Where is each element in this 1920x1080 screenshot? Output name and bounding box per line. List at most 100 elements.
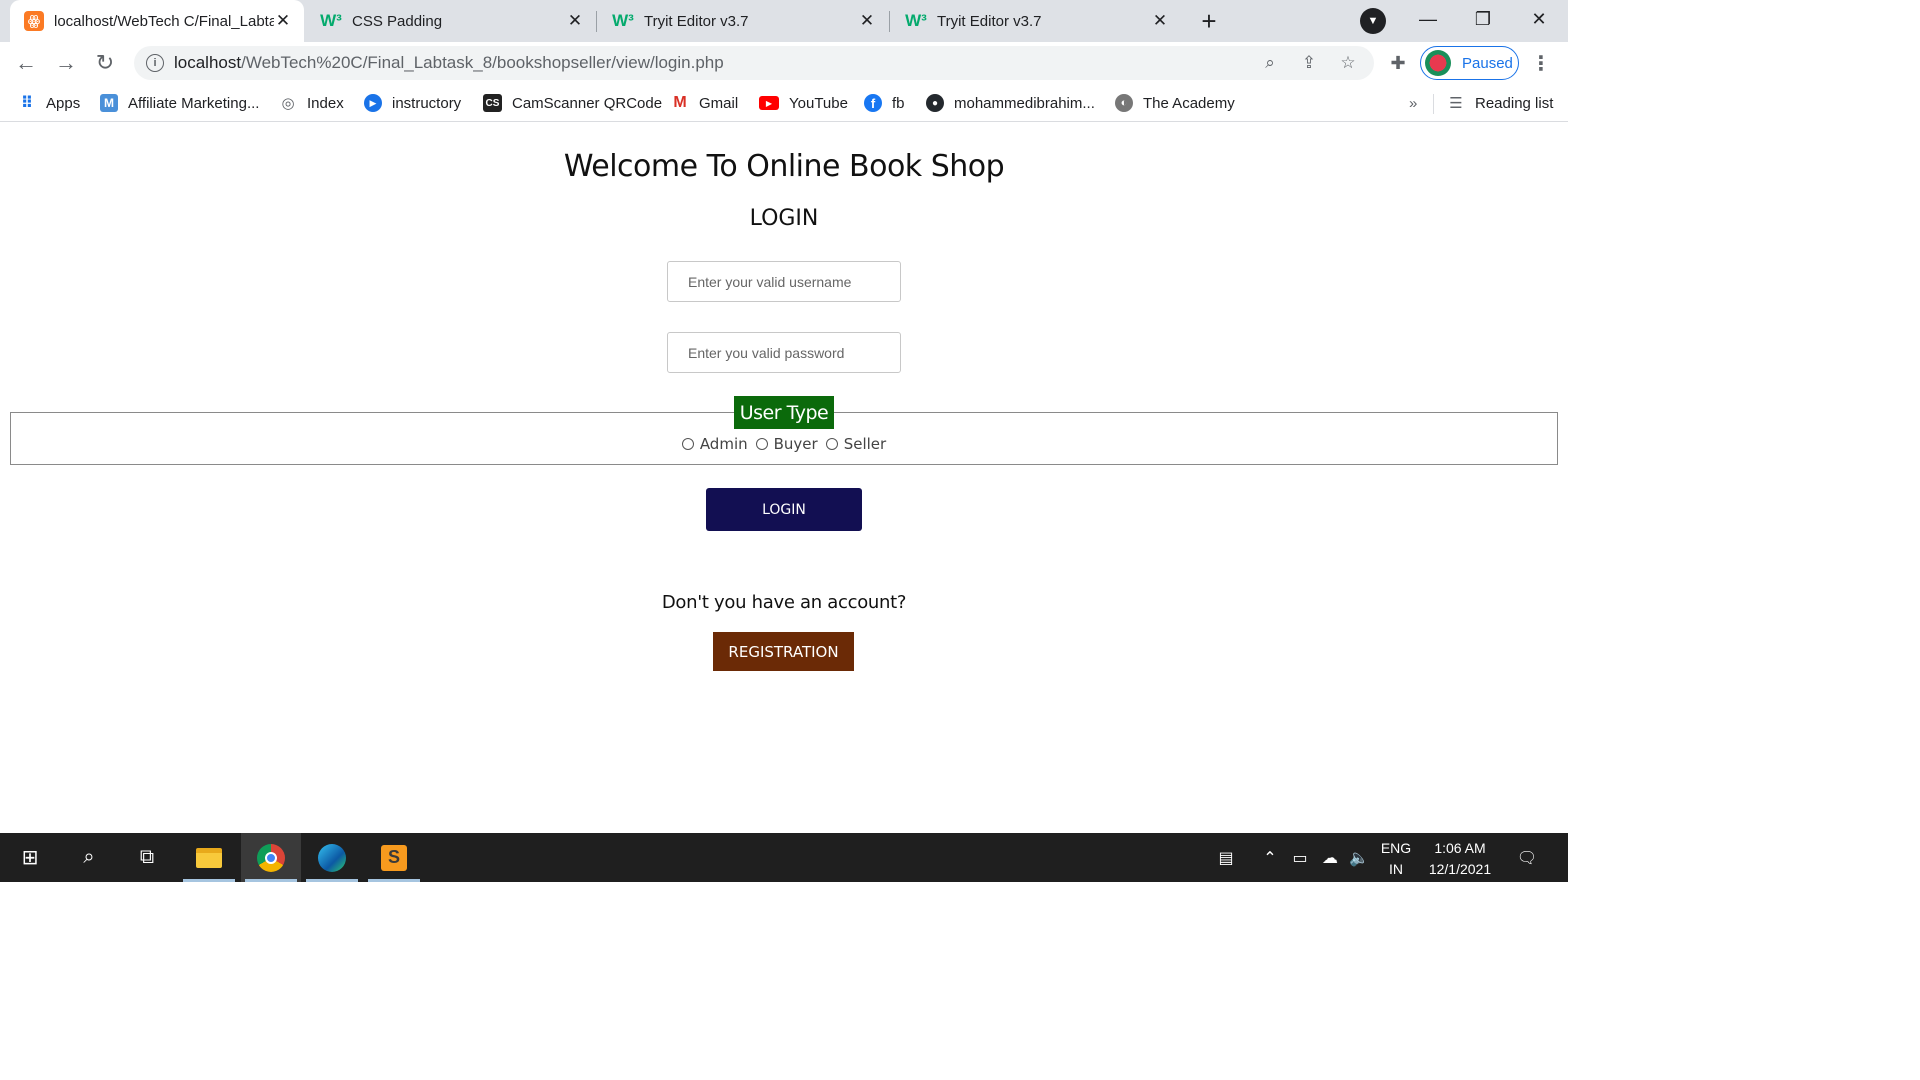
password-field[interactable] [667, 332, 901, 373]
task-view-icon[interactable]: ⧉ [117, 833, 177, 882]
windows-start-icon[interactable]: ⊞ [0, 833, 60, 882]
bookmark-apps[interactable]: ⠿ Apps [18, 91, 80, 115]
bookmark-github[interactable]: ● mohammedibrahim... [926, 91, 1095, 115]
radio-button[interactable] [681, 438, 694, 450]
tab-separator [596, 11, 597, 32]
bookmark-gmail[interactable]: M Gmail [671, 91, 738, 115]
chevron-up-icon[interactable]: ⌃ [1258, 833, 1282, 882]
close-icon[interactable]: ✕ [566, 11, 584, 30]
running-indicator [183, 879, 235, 882]
site-info-icon[interactable]: i [146, 54, 164, 72]
globe-icon: ◎ [281, 95, 295, 112]
forward-icon[interactable]: → [52, 49, 80, 77]
bookmark-index[interactable]: ◎ Index [279, 91, 343, 115]
minimize-icon[interactable]: — [1408, 4, 1448, 34]
bookmark-youtube[interactable]: ▶ YouTube [759, 91, 848, 115]
w3schools-icon: W³ [905, 11, 927, 30]
url-host: localhost [174, 53, 242, 72]
radio-admin[interactable]: Admin [681, 435, 748, 453]
tab-search-icon[interactable]: ▼ [1360, 8, 1386, 34]
zoom-icon[interactable]: ⌕ [1259, 52, 1281, 74]
radio-button[interactable] [825, 438, 838, 450]
tab-localhost-login[interactable]: ꙮ localhost/WebTech C/Final_Labta ✕ [10, 0, 304, 42]
file-explorer-icon[interactable] [179, 833, 239, 882]
bookmark-label: YouTube [789, 94, 848, 112]
language-indicator[interactable]: ENG IN [1376, 838, 1416, 880]
user-type-radio-group: Admin Buyer Seller [0, 435, 1568, 453]
address-bar[interactable]: i localhost/WebTech%20C/Final_Labtask_8/… [134, 46, 1374, 80]
reading-list-label: Reading list [1475, 94, 1554, 112]
login-heading: LOGIN [749, 206, 819, 231]
bookmark-label: Gmail [699, 94, 739, 112]
reading-list-button[interactable]: ☰ Reading list [1447, 91, 1553, 115]
radio-buyer[interactable]: Buyer [755, 435, 818, 453]
tab-css-padding[interactable]: W³ CSS Padding ✕ [306, 0, 596, 42]
bookmark-label: The Academy [1143, 94, 1235, 112]
back-icon[interactable]: ← [12, 49, 40, 77]
radio-label: Seller [843, 435, 887, 453]
bookmark-affiliate-marketing[interactable]: M Affiliate Marketing... [100, 91, 259, 115]
sublime-text-icon[interactable]: S [364, 833, 424, 882]
registration-button[interactable]: REGISTRATION [713, 632, 854, 671]
bookmark-the-academy[interactable]: ◐ The Academy [1115, 91, 1235, 115]
bookmark-star-icon[interactable]: ☆ [1337, 52, 1359, 74]
close-icon[interactable]: ✕ [858, 11, 876, 30]
bookmark-camscanner[interactable]: CS CamScanner QRCode [483, 91, 662, 115]
folder-icon [196, 847, 222, 868]
bookmark-label: instructory [392, 94, 462, 112]
more-bookmarks-icon[interactable]: » [1409, 91, 1417, 115]
radio-button[interactable] [755, 438, 768, 450]
username-field[interactable] [667, 261, 901, 302]
gmail-icon: M [673, 94, 687, 111]
sublime-logo: S [381, 844, 407, 871]
edge-logo [318, 843, 346, 872]
page-title: Welcome To Online Book Shop [563, 149, 1005, 184]
radio-label: Admin [699, 435, 748, 453]
tab-strip: ꙮ localhost/WebTech C/Final_Labta ✕ W³ C… [0, 0, 1568, 42]
w3schools-icon: W³ [612, 11, 634, 30]
chrome-icon[interactable] [241, 833, 301, 882]
url-text[interactable]: localhost/WebTech%20C/Final_Labtask_8/bo… [174, 53, 724, 73]
account-question: Don't you have an account? [661, 592, 907, 613]
taskbar: ⊞ ⌕ ⧉ S ▤ ⌃ ▭ ☁ 🔈 ENG IN 1:06 AM 12/1/20… [0, 833, 1568, 882]
clock-date: 12/1/2021 [1428, 861, 1492, 877]
more-menu-icon[interactable]: ⋮ [1530, 51, 1552, 75]
share-icon[interactable]: ⇪ [1298, 52, 1320, 74]
volume-icon[interactable]: 🔈 [1346, 833, 1372, 882]
new-tab-button[interactable]: + [1193, 5, 1225, 37]
tab-title: localhost/WebTech C/Final_Labta [54, 12, 274, 30]
tab-tryit-editor-2[interactable]: W³ Tryit Editor v3.7 ✕ [891, 0, 1181, 42]
w3schools-icon: W³ [320, 11, 342, 30]
bookmark-instructory[interactable]: ▶ instructory [364, 91, 461, 115]
user-type-legend: User Type [734, 396, 834, 429]
reload-icon[interactable]: ↻ [91, 49, 119, 77]
avatar [1425, 50, 1451, 76]
extensions-icon[interactable]: ✚ [1386, 51, 1410, 75]
onedrive-cloud-icon[interactable]: ☁ [1317, 833, 1343, 882]
region-code: IN [1389, 861, 1403, 877]
bookmarks-bar: ⠿ Apps M Affiliate Marketing... ◎ Index … [0, 84, 1568, 122]
notification-icon[interactable]: 🗨 [1512, 833, 1542, 882]
edge-icon[interactable] [302, 833, 362, 882]
divider [1433, 94, 1434, 114]
radio-seller[interactable]: Seller [825, 435, 887, 453]
cs-icon: CS [483, 94, 502, 112]
bookmark-fb[interactable]: f fb [864, 91, 905, 115]
clock[interactable]: 1:06 AM 12/1/2021 [1420, 838, 1500, 880]
close-window-icon[interactable]: ✕ [1519, 4, 1559, 34]
browser-toolbar: ← → ↻ i localhost/WebTech%20C/Final_Labt… [0, 42, 1568, 84]
profile-button[interactable]: Paused [1420, 46, 1519, 80]
running-indicator [368, 879, 420, 882]
tab-tryit-editor-1[interactable]: W³ Tryit Editor v3.7 ✕ [598, 0, 888, 42]
github-icon: ● [926, 94, 944, 112]
search-icon[interactable]: ⌕ [59, 833, 119, 882]
close-icon[interactable]: ✕ [1151, 11, 1169, 30]
close-icon[interactable]: ✕ [274, 11, 292, 30]
news-widget-icon[interactable]: ▤ [1208, 833, 1244, 882]
restore-icon[interactable]: ❐ [1463, 4, 1503, 34]
login-button[interactable]: LOGIN [706, 488, 862, 531]
apps-grid-icon: ⠿ [20, 95, 34, 112]
youtube-icon: ▶ [759, 96, 779, 110]
reading-list-icon: ☰ [1449, 95, 1463, 112]
battery-icon[interactable]: ▭ [1287, 833, 1313, 882]
